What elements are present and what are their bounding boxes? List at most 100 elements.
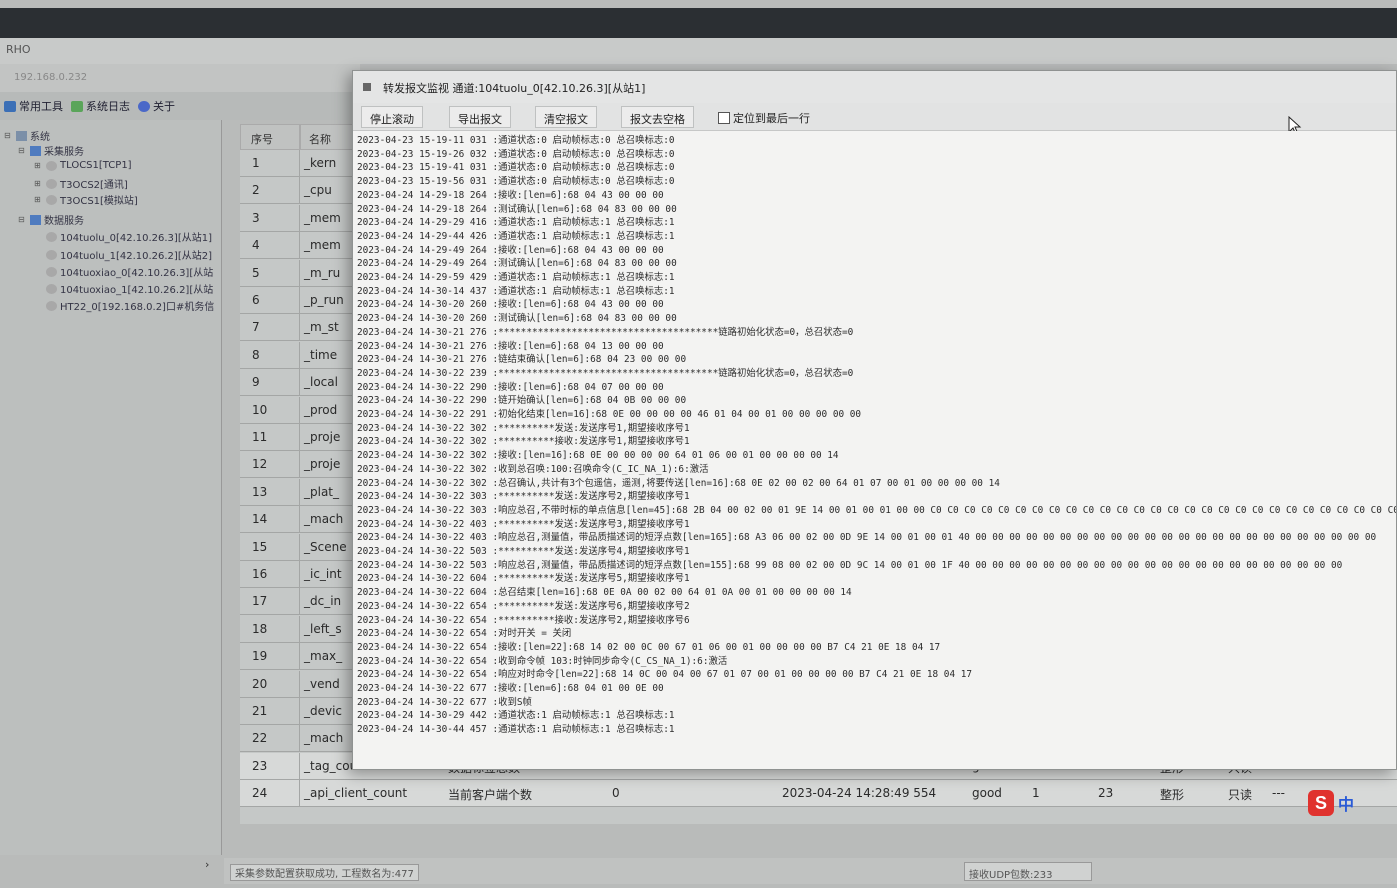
stop-scroll-button[interactable]: 停止滚动 xyxy=(361,106,423,128)
log-line: 2023-04-24 14-30-22 303 :响应总召,不带时标的单点信息[… xyxy=(357,504,1397,516)
cell-type: 整形 xyxy=(1160,788,1185,803)
row-seq: 21 xyxy=(240,698,300,725)
tree-label: 104tuolu_1[42.10.26.2][从站2] xyxy=(60,251,212,262)
device-icon xyxy=(46,194,57,205)
row-seq: 16 xyxy=(240,561,300,588)
row-name: _local xyxy=(304,375,338,390)
log-line: 2023-04-24 14-30-29 442 :通道状态:1 启动帧标志:1 … xyxy=(357,710,675,722)
tree-node-data-item[interactable]: 104tuoxiao_1[42.10.26.2][从站 xyxy=(46,281,213,296)
channel-icon xyxy=(46,266,57,277)
tree-node-data[interactable]: ⊟ 数据服务 xyxy=(18,212,84,227)
sogou-logo-icon: S xyxy=(1308,790,1334,816)
tree-node-data-item[interactable]: 104tuoxiao_0[42.10.26.3][从站 xyxy=(46,264,213,279)
menu-item[interactable]: RHO xyxy=(6,43,31,56)
log-line: 2023-04-24 14-30-22 503 :响应总召,测量值，带品质描述词… xyxy=(357,559,1343,571)
log-line: 2023-04-24 14-30-22 303 :**********发送:发送… xyxy=(357,491,690,503)
about-button[interactable]: 关于 xyxy=(138,98,175,114)
log-line: 2023-04-24 14-30-22 654 :收到命令帧 103:时钟同步命… xyxy=(357,655,728,667)
row-name: _Scene xyxy=(304,539,347,554)
ime-language[interactable]: 中 xyxy=(1338,791,1354,815)
scroll-right-icon[interactable]: › xyxy=(205,858,209,871)
row-name: _max_ xyxy=(304,649,343,664)
channel-icon xyxy=(46,283,57,294)
row-seq: 18 xyxy=(240,615,300,643)
device-icon xyxy=(46,178,57,189)
tree-node-collect-item[interactable]: ⊞ T3OCS2[通讯] xyxy=(34,176,128,191)
log-line: 2023-04-24 14-30-22 654 :响应对时命令[len=22]:… xyxy=(357,669,973,681)
log-line: 2023-04-24 14-30-22 291 :初始化结束[len=16]:6… xyxy=(357,409,862,420)
cell-c2: 23 xyxy=(1098,786,1114,801)
tree-node-collect-item[interactable]: ⊞ T3OCS1[模拟站] xyxy=(34,192,138,207)
system-log-label: 系统日志 xyxy=(86,100,130,113)
system-log-button[interactable]: 系统日志 xyxy=(71,98,130,114)
row-name: _mem xyxy=(304,210,341,225)
row-name: _mach xyxy=(304,512,344,527)
collapse-icon[interactable]: ⊟ xyxy=(18,146,27,155)
message-log[interactable]: 2023-04-23 15-19-11 031 :通道状态:0 启动帧标志:0 … xyxy=(353,131,1397,769)
log-line: 2023-04-24 14-30-22 302 :接收:[len=16]:68 … xyxy=(357,450,839,462)
log-line: 2023-04-24 14-29-29 416 :通道状态:1 启动帧标志:1 … xyxy=(357,217,675,229)
tree-node-data-item[interactable]: 104tuolu_1[42.10.26.2][从站2] xyxy=(46,247,212,262)
cell-time: 2023-04-24 14:28:49 554 xyxy=(782,786,937,801)
row-seq: 6 xyxy=(240,287,300,314)
expand-icon[interactable]: ⊞ xyxy=(34,179,43,188)
tree-node-collect[interactable]: ⊟ 采集服务 xyxy=(18,143,84,158)
channel-icon xyxy=(46,231,57,242)
folder-icon xyxy=(30,214,41,225)
column-header-name[interactable]: 名称 xyxy=(300,124,360,150)
tools-label: 常用工具 xyxy=(19,100,63,113)
row-name: _ic_int xyxy=(304,567,342,581)
export-button[interactable]: 导出报文 xyxy=(449,106,511,128)
status-message: 采集参数配置获取成功, 工程数名为:477 xyxy=(230,864,419,881)
log-line: 2023-04-23 15-19-56 031 :通道状态:0 启动帧标志:0 … xyxy=(357,176,675,188)
log-line: 2023-04-24 14-30-20 260 :接收:[len=6]:68 0… xyxy=(357,299,664,311)
tree-node-collect-item[interactable]: ⊞ TLOCS1[TCP1] xyxy=(34,160,132,171)
log-line: 2023-04-23 15-19-41 031 :通道状态:0 启动帧标志:0 … xyxy=(357,162,675,174)
tree-node-system[interactable]: ⊟ 系统 xyxy=(4,128,50,143)
row-seq: 22 xyxy=(240,725,300,753)
checkbox-box[interactable] xyxy=(718,112,730,124)
tree-node-data-item[interactable]: HT22_0[192.168.0.2]口#机务信 xyxy=(46,298,214,313)
log-line: 2023-04-24 14-30-22 302 :**********接收:发送… xyxy=(357,436,690,448)
message-monitor-dialog: 转发报文监视 通道:104tuolu_0[42.10.26.3][从站1] 停止… xyxy=(352,70,1397,770)
row-name: _vend xyxy=(304,676,340,691)
row-seq: 7 xyxy=(240,314,300,342)
collapse-icon[interactable]: ⊟ xyxy=(4,131,13,140)
log-line: 2023-04-24 14-30-22 604 :**********发送:发送… xyxy=(357,573,690,585)
row-seq: 5 xyxy=(240,259,300,287)
row-name: _m_st xyxy=(304,320,339,335)
about-label: 关于 xyxy=(153,100,175,113)
tree-node-data-item[interactable]: 104tuolu_0[42.10.26.3][从站1] xyxy=(46,229,212,244)
column-header-seq[interactable]: 序号 xyxy=(240,124,300,150)
tools-icon xyxy=(4,100,16,112)
ime-indicator[interactable]: S 中 xyxy=(1308,790,1354,816)
row-name: _m_ru xyxy=(304,265,341,280)
log-line: 2023-04-24 14-30-22 677 :收到S帧 xyxy=(357,696,532,708)
tree-label: T3OCS1[模拟站] xyxy=(60,196,138,207)
tree-label: 系统 xyxy=(30,132,50,143)
tree-label: 104tuoxiao_0[42.10.26.3][从站 xyxy=(60,268,214,279)
cell-extra: --- xyxy=(1272,786,1285,801)
row-name: _mach xyxy=(304,731,344,746)
clear-button[interactable]: 清空报文 xyxy=(535,106,597,128)
log-line: 2023-04-24 14-29-49 264 :测试确认[len=6]:68 … xyxy=(357,258,677,270)
scroll-to-last-checkbox[interactable]: 定位到最后一行 xyxy=(718,110,810,126)
expand-icon[interactable]: ⊞ xyxy=(34,195,43,204)
strip-spaces-button[interactable]: 报文去空格 xyxy=(621,106,694,128)
log-line: 2023-04-24 14-30-22 403 :响应总召,测量值，带品质描述词… xyxy=(357,532,1377,544)
tree-label: TLOCS1[TCP1] xyxy=(60,160,132,171)
checkbox-label: 定位到最后一行 xyxy=(733,112,810,125)
expand-icon[interactable]: ⊞ xyxy=(34,161,43,170)
folder-icon xyxy=(30,145,41,156)
cell-c1: 1 xyxy=(1032,786,1040,801)
log-line: 2023-04-24 14-30-22 654 :对时开关 = 关闭 xyxy=(357,628,572,640)
row-seq: 3 xyxy=(240,204,300,232)
tree-label: 数据服务 xyxy=(44,216,84,227)
collapse-icon[interactable]: ⊟ xyxy=(18,215,27,224)
menubar[interactable]: RHO xyxy=(0,38,1397,64)
log-line: 2023-04-24 14-30-22 503 :**********发送:发送… xyxy=(357,546,690,557)
table-row[interactable]: 24 _api_client_count 当前客户端个数 0 2023-04-24 14… xyxy=(240,780,1397,808)
dialog-titlebar[interactable]: 转发报文监视 通道:104tuolu_0[42.10.26.3][从站1] xyxy=(353,71,1396,103)
tools-button[interactable]: 常用工具 xyxy=(4,98,63,114)
row-name: _dc_in xyxy=(304,594,342,609)
